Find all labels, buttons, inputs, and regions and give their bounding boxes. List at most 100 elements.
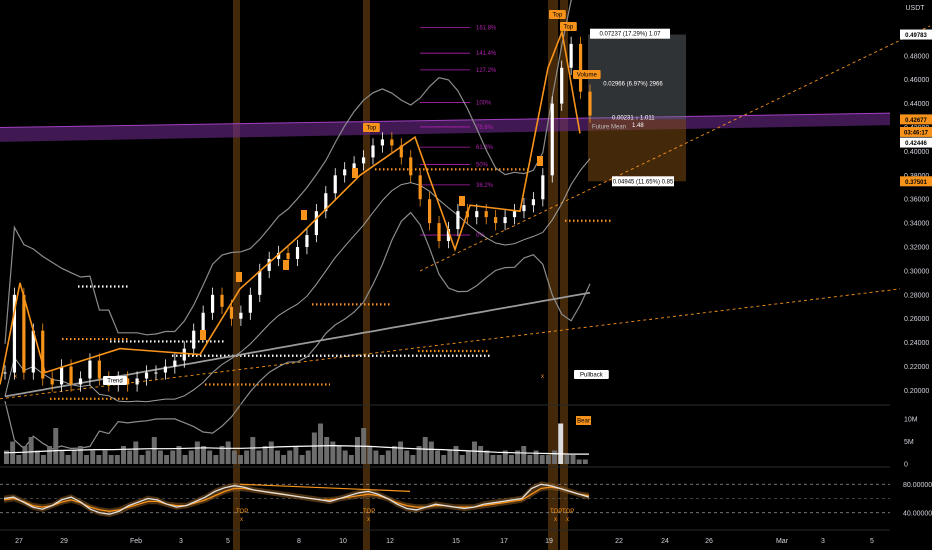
volume-bar — [59, 450, 65, 464]
chart-marker-label: Trend — [107, 379, 122, 385]
fib-label: 38.2% — [476, 183, 494, 189]
oscillator-top-label: TOP — [562, 509, 574, 515]
candle-body — [22, 294, 26, 373]
candle-body — [560, 67, 564, 104]
volume-bar — [472, 441, 477, 464]
price-cross-mark: x — [14, 374, 17, 380]
volume-bar — [145, 450, 151, 464]
volume-bar — [299, 455, 305, 464]
volume-bar — [367, 446, 373, 464]
candle-body — [97, 360, 101, 379]
volume-bar — [527, 455, 533, 464]
time-tick-label: 5 — [870, 538, 874, 545]
candle-body — [50, 378, 54, 385]
price-tick-label: 0.22000 — [904, 364, 929, 371]
volume-bar — [77, 446, 83, 464]
volume-bar — [379, 455, 385, 464]
volume-bar — [582, 459, 588, 464]
fib-label: 78.6% — [476, 125, 494, 131]
price-badge: 0.37501 — [900, 176, 932, 187]
candle-body — [305, 235, 309, 248]
oscillator-top-label: TOP — [363, 509, 375, 515]
fib-label: 50% — [476, 163, 489, 169]
signal-tag — [301, 210, 307, 220]
candle-body — [210, 294, 215, 313]
time-tick-label: 8 — [297, 538, 301, 545]
volume-bar — [348, 455, 354, 464]
volume-bar — [139, 455, 145, 464]
volume-bar — [157, 450, 163, 464]
candle-body — [192, 330, 196, 349]
price-badge-label: 0.42677 — [905, 118, 927, 124]
chart-marker: Trend — [103, 376, 127, 385]
price-tick-label: 0.24000 — [904, 340, 929, 347]
volume-bar — [231, 450, 237, 464]
measure-up-label-text: 0.07237 (17.29%) 1.07 — [599, 32, 661, 38]
volume-bar — [435, 450, 441, 464]
fib-label: 141.4% — [476, 51, 497, 57]
signal-tag-box — [283, 260, 289, 270]
signal-tag-box — [537, 156, 543, 166]
signal-tag-box — [459, 196, 465, 206]
candle-body — [494, 217, 498, 224]
time-tick-label: 22 — [615, 538, 623, 545]
price-badge-label: 0.37501 — [905, 180, 927, 186]
volume-bar — [71, 450, 77, 464]
volume-bar — [256, 450, 262, 464]
candle-body — [182, 348, 186, 361]
volume-bar — [453, 446, 459, 464]
candle-body — [427, 199, 432, 224]
candle-body — [333, 175, 337, 194]
candle-body — [60, 366, 64, 385]
candle-body — [418, 175, 422, 200]
price-badge-label: 03:46:17 — [904, 130, 929, 136]
candle-body — [541, 175, 545, 200]
price-badge: 0.42446 — [900, 137, 932, 148]
price-tick-label: 0.26000 — [904, 316, 929, 323]
candle-body — [380, 139, 385, 146]
volume-bar — [564, 455, 570, 464]
candle-body — [531, 199, 535, 206]
time-tick-label: 3 — [821, 538, 825, 545]
candle-body — [173, 360, 177, 367]
time-tick-label: Mar — [776, 538, 789, 545]
volume-bar — [16, 455, 22, 464]
volume-bar — [385, 450, 391, 464]
volume-bar — [576, 459, 582, 464]
volume-bar — [373, 450, 379, 464]
volume-bar — [355, 437, 360, 464]
time-tick-label: 3 — [179, 538, 183, 545]
oscillator-top-label: TOP — [236, 509, 248, 515]
candle-body — [163, 366, 168, 373]
candle-body — [475, 211, 479, 218]
price-badge: 0.49783 — [900, 29, 932, 40]
candle-body — [343, 169, 347, 176]
oscillator-tick-label: 80.00000 — [903, 482, 932, 489]
volume-bar — [391, 446, 397, 464]
volume-bar — [570, 455, 576, 464]
signal-tag — [352, 168, 358, 178]
volume-bar — [182, 455, 188, 464]
oscillator-tick-label: 40.00000 — [903, 510, 932, 517]
chart-marker: Top — [549, 10, 566, 19]
volume-bar — [441, 455, 447, 464]
volume-bar — [318, 423, 324, 464]
candle-body — [409, 157, 413, 176]
candle-body — [550, 103, 554, 176]
candle-body — [588, 91, 592, 116]
volume-bar — [164, 455, 170, 464]
price-tick-label: 0.40000 — [904, 149, 929, 156]
candle-body — [390, 139, 394, 146]
candle-body — [201, 312, 205, 331]
candle-body — [258, 270, 262, 295]
volume-bar — [447, 450, 453, 464]
volume-signal-label: Bear — [576, 416, 591, 425]
volume-bar — [268, 441, 274, 464]
candle-body — [456, 211, 460, 230]
volume-bar — [330, 441, 336, 464]
candle-body — [371, 145, 375, 158]
chart-marker-label: Top — [553, 13, 563, 19]
trading-chart[interactable]: 161.8%141.4%127.2%100%78.6%61.8%50%38.2%… — [0, 0, 932, 550]
volume-bar — [428, 441, 434, 464]
volume-bar — [238, 455, 243, 464]
